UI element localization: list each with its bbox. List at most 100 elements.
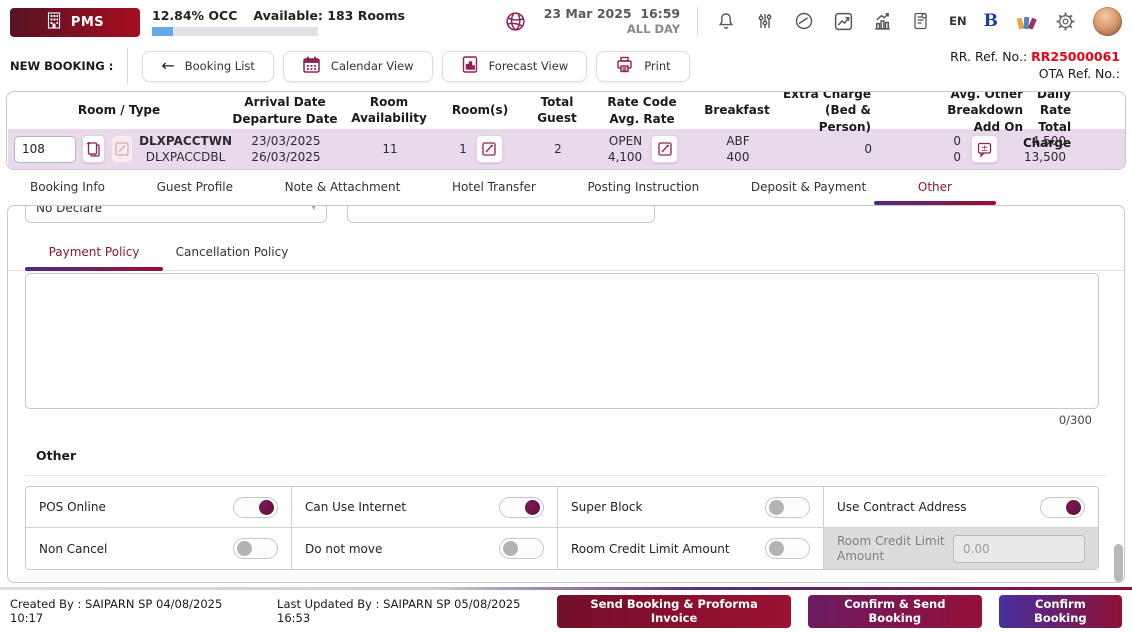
breakfast-cell: ABF400 (692, 133, 784, 165)
rate-code-cell: OPEN4,100 (594, 133, 692, 165)
occupancy-progress-bar (152, 27, 318, 36)
new-booking-label: NEW BOOKING : (10, 59, 113, 73)
room-credit-limit-label: Room Credit Limit Amount (571, 542, 730, 556)
reference-numbers: RR. Ref. No.: RR25000061 OTA Ref. No.: (950, 49, 1122, 83)
print-button[interactable]: Print (596, 51, 689, 82)
forecast-view-button[interactable]: Forecast View (442, 51, 588, 82)
other-tab-panel: No Declare ▾ Payment Policy Cancellation… (7, 205, 1125, 583)
created-by-label: Created By : SAIPARN SP 04/08/2025 10:17 (10, 597, 259, 625)
pos-online-label: POS Online (39, 500, 106, 514)
super-block-toggle[interactable] (765, 497, 810, 518)
edit-rate-icon[interactable] (651, 135, 678, 163)
tab-other[interactable]: Other (918, 172, 952, 205)
bell-icon[interactable] (715, 10, 737, 32)
send-booking-proforma-button[interactable]: Send Booking & Proforma Invoice (557, 595, 791, 628)
user-avatar[interactable] (1093, 7, 1122, 36)
pos-online-toggle[interactable] (233, 497, 278, 518)
breakdown-cell: 00 ± (884, 133, 1024, 165)
booking-detail-tabs: Booking Info Guest Profile Note & Attach… (0, 172, 1132, 205)
clipped-input[interactable] (347, 205, 655, 223)
occupancy-block: 12.84% OCC Available: 183 Rooms (152, 6, 405, 36)
tab-note-attachment[interactable]: Note & Attachment (285, 172, 401, 205)
header-room-type: Room / Type (7, 103, 231, 119)
updated-by-label: Last Updated By : SAIPARN SP 05/08/2025 … (277, 597, 557, 625)
confirm-booking-button[interactable]: Confirm Booking (999, 595, 1122, 628)
header-availability: Room Availability (339, 95, 439, 126)
tab-booking-info[interactable]: Booking Info (30, 172, 105, 205)
calendar-icon (302, 55, 321, 77)
palette-icon[interactable] (1015, 10, 1037, 32)
building-icon (46, 12, 62, 33)
occupancy-progress-fill (152, 27, 173, 36)
booking-row: DLXPACCTWNDLXPACCDBL 23/03/202526/03/202… (8, 129, 1126, 169)
svg-text:±: ± (981, 144, 989, 154)
forecast-chart-icon (461, 55, 479, 77)
header-breakfast: Breakfast (691, 103, 783, 119)
gauge-icon[interactable] (793, 10, 815, 32)
confirm-send-booking-button[interactable]: Confirm & Send Booking (808, 595, 982, 628)
datetime-display: 23 Mar 2025 16:59 ALL DAY (544, 6, 680, 36)
bar-chart-icon[interactable] (871, 10, 893, 32)
gear-icon[interactable] (1054, 10, 1076, 32)
tab-cancellation-policy[interactable]: Cancellation Policy (163, 237, 301, 270)
can-use-internet-toggle[interactable] (499, 497, 544, 518)
can-use-internet-cell: Can Use Internet (292, 487, 558, 528)
ota-ref-label: OTA Ref. No.: (1039, 66, 1120, 81)
extra-charge-cell: 0 (784, 142, 884, 156)
footer-bar: Created By : SAIPARN SP 04/08/2025 10:17… (0, 589, 1132, 633)
booking-list-button[interactable]: ← Booking List (142, 51, 274, 82)
calendar-view-label: Calendar View (331, 59, 414, 73)
chevron-down-icon: ▾ (311, 205, 316, 213)
clipped-form-row: No Declare ▾ (8, 205, 1124, 223)
room-number-input[interactable] (14, 136, 76, 163)
duplicate-plus-icon[interactable] (82, 135, 105, 163)
tab-deposit-payment[interactable]: Deposit & Payment (751, 172, 866, 205)
non-cancel-toggle[interactable] (233, 538, 278, 559)
integration-icon[interactable] (754, 10, 776, 32)
payment-policy-textarea[interactable] (25, 273, 1099, 409)
tab-guest-profile[interactable]: Guest Profile (157, 172, 233, 205)
date-label: 23 Mar 2025 (544, 6, 632, 21)
report-icon[interactable] (910, 10, 932, 32)
non-cancel-label: Non Cancel (39, 542, 107, 556)
availability-cell: 11 (340, 142, 440, 156)
credit-limit-input (953, 535, 1085, 563)
printer-icon (615, 56, 634, 77)
header-total-guest: Total Guest (521, 95, 593, 126)
header-rooms: Room(s) (439, 103, 521, 119)
available-rooms-label: Available: 183 Rooms (253, 8, 405, 23)
room-credit-limit-toggle[interactable] (765, 538, 810, 559)
language-selector[interactable]: EN (949, 14, 966, 28)
edit-pencil-icon-disabled (111, 135, 134, 163)
use-contract-address-toggle[interactable] (1040, 497, 1085, 518)
pms-logo[interactable]: PMS (10, 8, 140, 37)
char-counter: 0/300 (8, 413, 1092, 427)
panel-scrollbar[interactable] (1114, 544, 1123, 582)
booking-list-label: Booking List (185, 59, 255, 73)
no-declare-select[interactable]: No Declare ▾ (25, 205, 327, 223)
room-credit-limit-amount-cell: Room Credit Limit Amount (824, 528, 1098, 569)
globe-icon[interactable] (505, 10, 527, 32)
edit-rooms-icon[interactable] (476, 135, 503, 163)
room-type-cell: DLXPACCTWNDLXPACCDBL (8, 133, 232, 165)
tab-hotel-transfer[interactable]: Hotel Transfer (452, 172, 536, 205)
pos-online-cell: POS Online (26, 487, 292, 528)
header-rate-code: Rate CodeAvg. Rate (593, 94, 691, 126)
tab-posting-instruction[interactable]: Posting Instruction (588, 172, 700, 205)
all-day-label: ALL DAY (544, 22, 680, 36)
super-block-cell: Super Block (558, 487, 824, 528)
line-chart-icon[interactable] (832, 10, 854, 32)
currency-b-button[interactable]: B (984, 11, 998, 31)
booking-action-bar: NEW BOOKING : ← Booking List Calendar Vi… (0, 42, 1132, 90)
do-not-move-toggle[interactable] (499, 538, 544, 559)
room-credit-limit-toggle-cell: Room Credit Limit Amount (558, 528, 824, 569)
do-not-move-cell: Do not move (292, 528, 558, 569)
time-label: 16:59 (640, 6, 680, 21)
section-divider (25, 475, 1107, 476)
footer-buttons: Send Booking & Proforma Invoice Confirm … (557, 595, 1122, 628)
calendar-view-button[interactable]: Calendar View (283, 51, 433, 82)
breakdown-plusminus-icon[interactable]: ± (971, 135, 998, 163)
header-arrival-departure: Arrival DateDeparture Date (231, 94, 339, 126)
do-not-move-label: Do not move (305, 542, 382, 556)
tab-payment-policy[interactable]: Payment Policy (25, 237, 163, 270)
